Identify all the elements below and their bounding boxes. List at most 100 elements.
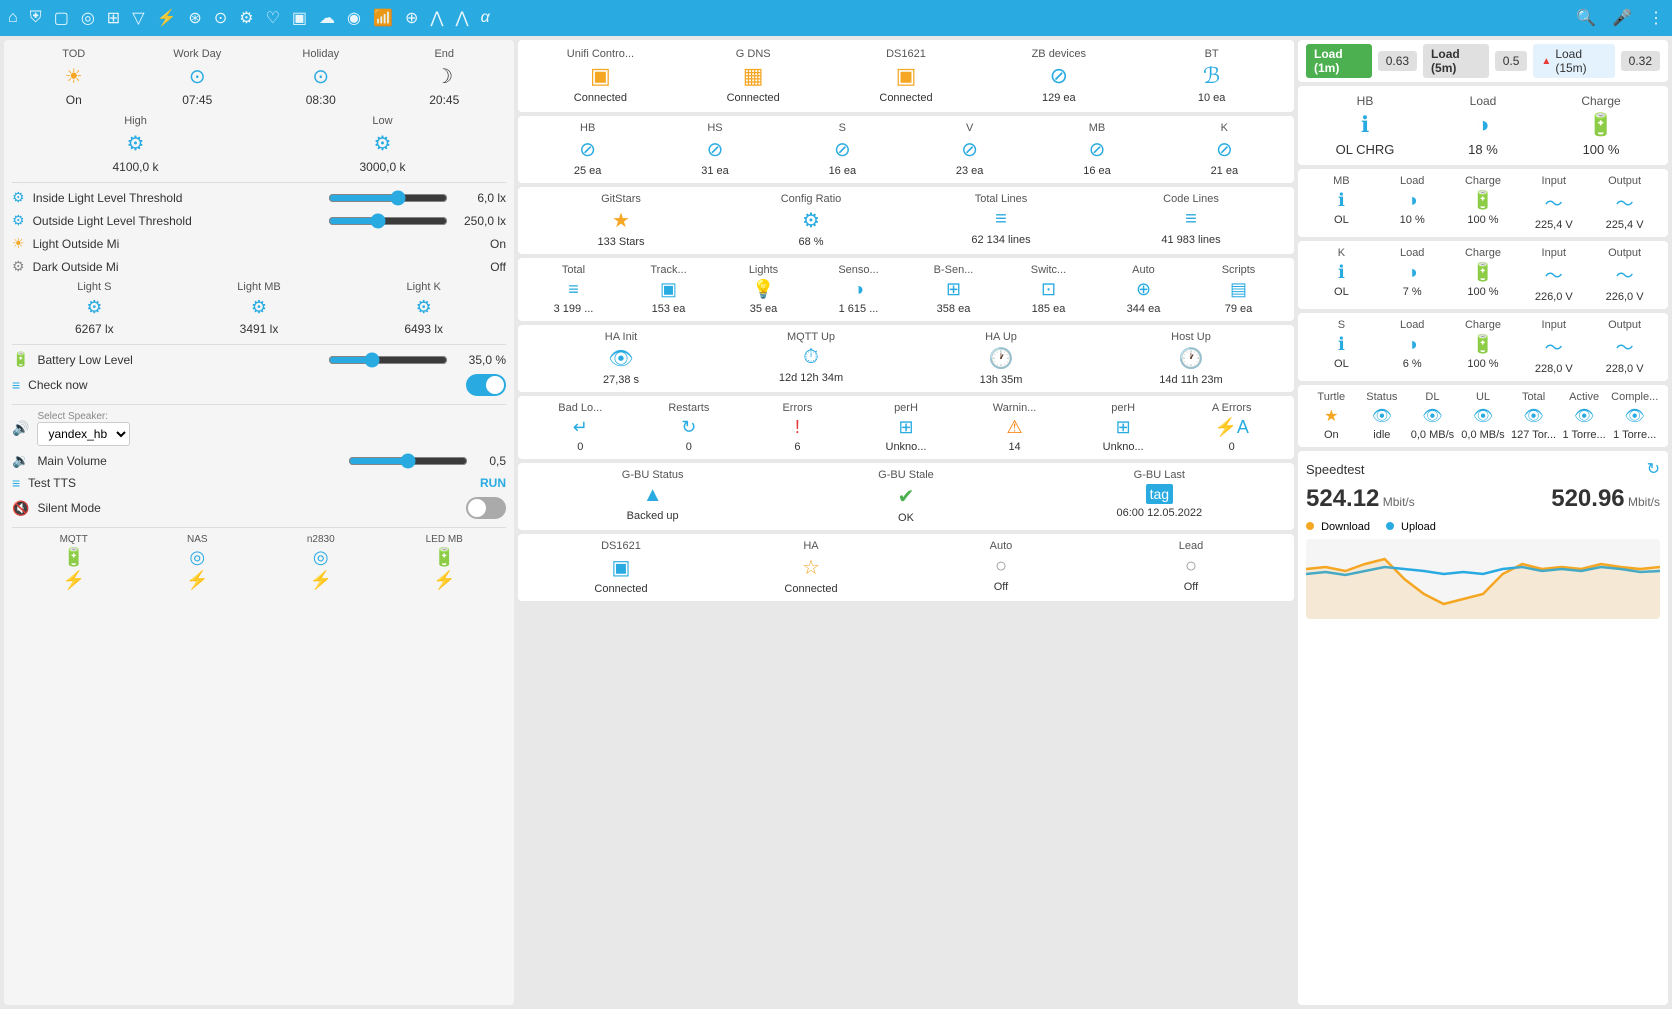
light-mb-label: Light MB xyxy=(237,281,280,293)
perh2-value: Unkno... xyxy=(1103,441,1144,453)
antenna1-icon[interactable]: ⋀ xyxy=(430,8,443,28)
home-icon[interactable]: ⌂ xyxy=(8,9,18,27)
hb-k-label: K xyxy=(1221,122,1228,134)
globe-icon[interactable]: ◉ xyxy=(347,8,361,28)
battery-low-row: 🔋 Battery Low Level 35,0 % xyxy=(12,351,506,368)
router-icon[interactable]: ⊕ xyxy=(405,8,418,28)
speaker-select[interactable]: yandex_hb xyxy=(37,422,130,446)
settings-icon[interactable]: ⚙ xyxy=(239,8,253,28)
k-output-cell: Output 〜 226,0 V xyxy=(1589,247,1660,303)
silent-mode-row: 🔇 Silent Mode xyxy=(12,497,506,519)
checknow-label: Check now xyxy=(28,378,458,392)
auto-bottom-value: Off xyxy=(994,581,1008,593)
mqtt-row: MQTT 🔋 ⚡ NAS ◎ ⚡ n2830 ◎ ⚡ LED MB 🔋 ⚡ xyxy=(12,534,506,591)
silent-toggle[interactable] xyxy=(466,497,506,519)
inside-threshold-slider[interactable] xyxy=(328,190,448,206)
silent-label: Silent Mode xyxy=(37,501,458,515)
s-load-cell: Load ◑ 6 % xyxy=(1377,319,1448,375)
volume-icon: 🔉 xyxy=(12,452,29,469)
track-track-value: 153 ea xyxy=(652,303,686,315)
speedtest-refresh-icon[interactable]: ↻ xyxy=(1647,459,1660,479)
hb-hb-icon: ⊘ xyxy=(579,137,596,162)
upload-legend: Upload xyxy=(1386,521,1436,533)
run-button[interactable]: RUN xyxy=(480,476,506,490)
track-total-value: 3 199 ... xyxy=(554,303,594,315)
s-input-icon: 〜 xyxy=(1545,334,1563,360)
aerrors-icon: ⚡A xyxy=(1214,417,1248,438)
shield-icon[interactable]: ⛨ xyxy=(30,9,42,27)
outside-threshold-slider[interactable] xyxy=(328,213,448,229)
configratio-icon: ⚙ xyxy=(802,208,820,233)
checknow-icon: ≡ xyxy=(12,377,20,393)
dshauto-grid: DS1621 ▣ Connected HA ☆ Connected Auto ○… xyxy=(526,540,1286,595)
ha-up-icon: 🕐 xyxy=(989,346,1014,371)
window-icon[interactable]: ▢ xyxy=(54,8,69,28)
aerrors-label: A Errors xyxy=(1212,402,1252,414)
perh2-cell: perH ⊞ Unkno... xyxy=(1069,402,1178,453)
mb-charge-value: 100 % xyxy=(1467,214,1498,226)
warnings-value: 14 xyxy=(1008,441,1020,453)
grid-icon[interactable]: ⊞ xyxy=(107,8,120,28)
alpha-icon[interactable]: α xyxy=(481,9,490,27)
s-charge-cell: Charge 🔋 100 % xyxy=(1448,319,1519,375)
lead-bottom-icon: ○ xyxy=(1185,555,1197,578)
total-icon: 👁 xyxy=(1523,406,1543,426)
menu-dots-icon[interactable]: ⋮ xyxy=(1648,8,1664,28)
volume-slider[interactable] xyxy=(348,453,468,469)
holiday-clock-icon: ⊙ xyxy=(312,64,329,89)
perh2-icon: ⊞ xyxy=(1116,417,1131,438)
upload-legend-dot xyxy=(1386,522,1394,530)
k-section: K ℹ OL Load ◑ 7 % Charge 🔋 100 % Input 〜 xyxy=(1298,241,1668,309)
battery-low-label: Battery Low Level xyxy=(37,353,320,367)
unifi-panel: Unifi Contro... ▣ Connected G DNS ▦ Conn… xyxy=(518,40,1294,112)
outside-threshold-value: 250,0 lx xyxy=(456,214,506,228)
mic-icon[interactable]: 🎤 xyxy=(1612,8,1632,28)
s-section: S ℹ OL Load ◑ 6 % Charge 🔋 100 % Input 〜 xyxy=(1298,313,1668,381)
track-bsen-value: 358 ea xyxy=(937,303,971,315)
checknow-toggle[interactable] xyxy=(466,374,506,396)
mb-output-label: Output xyxy=(1608,175,1641,187)
bolt-icon[interactable]: ⚡ xyxy=(157,8,177,28)
heart-icon[interactable]: ♡ xyxy=(266,8,280,28)
k-output-label: Output xyxy=(1608,247,1641,259)
gitstars-value: 133 Stars xyxy=(597,236,644,248)
hb-mb-icon: ⊘ xyxy=(1089,137,1106,162)
light-k-cell: Light K ⚙ 6493 lx xyxy=(341,281,506,336)
ledmb-label: LED MB xyxy=(426,534,463,545)
logs-grid: Bad Lo... ↵ 0 Restarts ↻ 0 Errors ! 6 pe… xyxy=(526,402,1286,453)
k-load-icon: ◑ xyxy=(1407,262,1418,283)
host-up-icon: 🕐 xyxy=(1179,346,1204,371)
filter-icon[interactable]: ▽ xyxy=(132,8,144,28)
signal-icon[interactable]: 📶 xyxy=(373,8,393,28)
s-load-value: 6 % xyxy=(1403,358,1422,370)
hlc-hb-cell: HB ℹ OL CHRG xyxy=(1306,94,1424,157)
load5m-label: Load (5m) xyxy=(1431,47,1481,75)
hb-mb-label: MB xyxy=(1089,122,1106,134)
track-senso-icon: ◑ xyxy=(853,279,864,300)
antenna2-icon[interactable]: ⋀ xyxy=(455,8,468,28)
cloud-icon[interactable]: ☁ xyxy=(319,8,335,28)
status-icon: 👁 xyxy=(1372,406,1392,426)
host-up-cell: Host Up 🕐 14d 11h 23m xyxy=(1096,331,1286,386)
bad-logins-value: 0 xyxy=(577,441,583,453)
s-input-value: 228,0 V xyxy=(1535,363,1573,375)
speedtest-values: 524.12 Mbit/s 520.96 Mbit/s xyxy=(1306,485,1660,513)
perh1-value: Unkno... xyxy=(886,441,927,453)
inside-threshold-label: Inside Light Level Threshold xyxy=(33,191,320,205)
lead-bottom-label: Lead xyxy=(1179,540,1203,552)
circle-icon[interactable]: ◎ xyxy=(81,8,95,28)
light-s-icon: ⚙ xyxy=(86,297,102,318)
track-bsen-label: B-Sen... xyxy=(934,264,974,276)
wifi-icon[interactable]: ⊛ xyxy=(188,8,201,28)
track-auto-label: Auto xyxy=(1132,264,1155,276)
tv-icon[interactable]: ▣ xyxy=(292,8,307,28)
track-scripts-value: 79 ea xyxy=(1225,303,1253,315)
bad-logins-icon: ↵ xyxy=(573,417,588,438)
track-auto-icon: ⊕ xyxy=(1136,279,1151,300)
search-icon[interactable]: 🔍 xyxy=(1576,8,1596,28)
camera-icon[interactable]: ⊙ xyxy=(214,8,227,28)
track-track-label: Track... xyxy=(650,264,686,276)
speedtest-svg xyxy=(1306,539,1660,619)
battery-low-slider[interactable] xyxy=(328,352,448,368)
s-grid: S ℹ OL Load ◑ 6 % Charge 🔋 100 % Input 〜 xyxy=(1306,319,1660,375)
